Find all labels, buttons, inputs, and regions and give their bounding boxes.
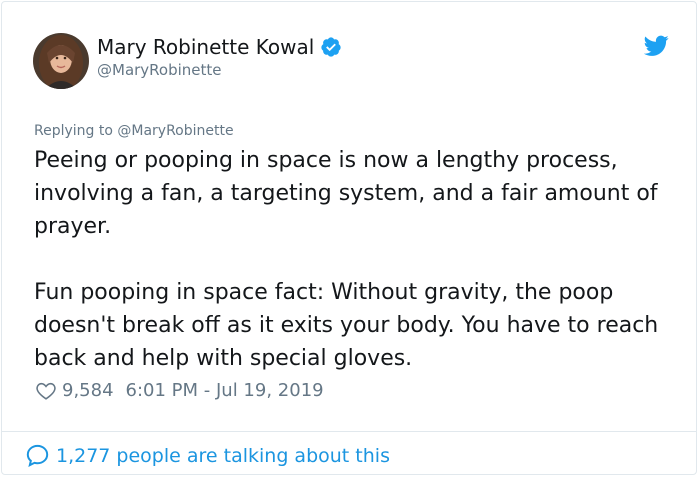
speech-bubble-icon	[26, 444, 49, 468]
footer-divider	[2, 431, 696, 432]
tweet-text: Peeing or pooping in space is now a leng…	[34, 144, 674, 375]
tweet-meta: 9,584 6:01 PM - Jul 19, 2019	[35, 379, 324, 403]
replying-to-line: Replying to @MaryRobinette	[34, 123, 234, 139]
tweet-timestamp[interactable]: 6:01 PM - Jul 19, 2019	[126, 379, 324, 403]
avatar-image	[33, 33, 89, 89]
tweet-paragraph-1: Peeing or pooping in space is now a leng…	[34, 148, 665, 239]
talking-about-link[interactable]: 1,277 people are talking about this	[25, 443, 390, 468]
talking-about-text: 1,277 people are talking about this	[56, 444, 390, 467]
author-display-name[interactable]: Mary Robinette Kowal	[97, 34, 342, 60]
author-handle[interactable]: @MaryRobinette	[97, 60, 222, 80]
twitter-bird-icon[interactable]	[644, 35, 669, 57]
like-count[interactable]: 9,584	[62, 379, 114, 403]
tweet-paragraph-2: Fun pooping in space fact: Without gravi…	[34, 280, 666, 371]
avatar[interactable]	[33, 33, 89, 89]
author-name-text: Mary Robinette Kowal	[97, 35, 315, 59]
verified-badge-icon	[321, 37, 341, 57]
tweet-card: Mary Robinette Kowal @MaryRobinette Repl…	[1, 1, 697, 475]
heart-icon[interactable]	[35, 380, 57, 402]
